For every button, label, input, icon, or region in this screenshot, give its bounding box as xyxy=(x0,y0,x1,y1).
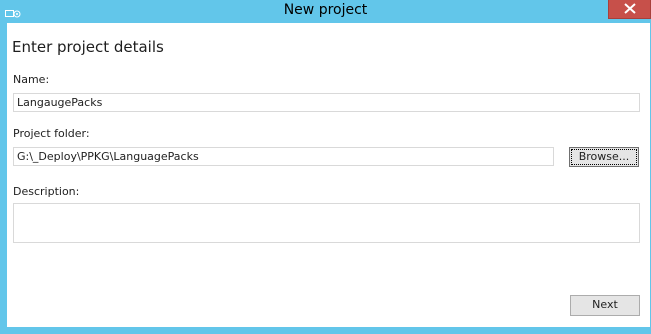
new-project-window: New project Enter project details Name: … xyxy=(0,0,651,334)
name-label: Name: xyxy=(13,73,50,86)
description-input[interactable] xyxy=(13,203,640,243)
provisioning-app-icon xyxy=(5,5,21,18)
project-folder-label: Project folder: xyxy=(13,127,90,140)
name-input[interactable]: LangaugePacks xyxy=(13,93,640,112)
next-button[interactable]: Next xyxy=(570,295,640,316)
dialog-content: Enter project details Name: LangaugePack… xyxy=(7,23,650,327)
page-heading: Enter project details xyxy=(12,38,164,56)
close-icon xyxy=(624,3,636,14)
title-bar[interactable]: New project xyxy=(0,0,651,23)
description-label: Description: xyxy=(13,185,80,198)
browse-button[interactable]: Browse... xyxy=(569,147,639,167)
project-folder-input[interactable]: G:\_Deploy\PPKG\LanguagePacks xyxy=(13,147,554,166)
close-button[interactable] xyxy=(608,0,651,19)
window-title: New project xyxy=(283,2,368,18)
